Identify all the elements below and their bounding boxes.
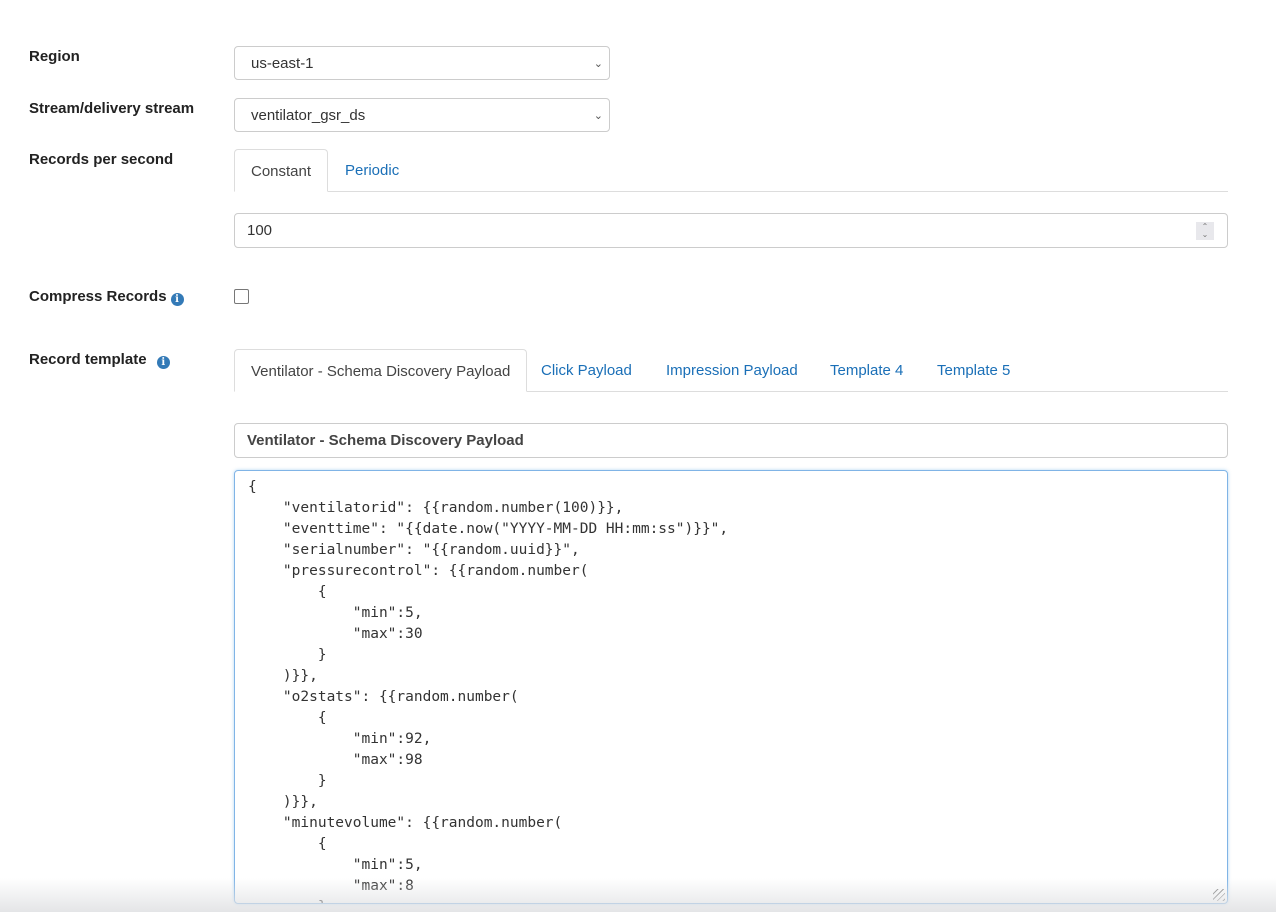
region-value: us-east-1 — [251, 55, 314, 72]
tab-template-2[interactable]: Click Payload — [525, 349, 648, 391]
tab-template-1[interactable]: Ventilator - Schema Discovery Payload — [234, 349, 528, 392]
region-select[interactable]: us-east-1 ⌄ — [234, 46, 610, 80]
stream-value: ventilator_gsr_ds — [251, 107, 366, 124]
compress-records-checkbox[interactable] — [234, 289, 249, 304]
record-template-label: Record template i — [29, 351, 170, 369]
template-body-textarea[interactable]: { "ventilatorid": {{random.number(100)}}… — [234, 470, 1228, 904]
records-per-second-value: 100 — [247, 222, 273, 239]
template-name-value: Ventilator - Schema Discovery Payload — [247, 432, 524, 449]
records-per-second-input[interactable]: 100 ⌃ ⌄ — [234, 213, 1228, 248]
tab-template-5[interactable]: Template 5 — [921, 349, 1026, 391]
tab-constant[interactable]: Constant — [234, 149, 329, 192]
number-spinner[interactable]: ⌃ ⌄ — [1196, 222, 1214, 240]
rate-tabs: Constant Periodic — [234, 149, 1228, 192]
records-per-second-label: Records per second — [29, 151, 174, 168]
tab-periodic[interactable]: Periodic — [329, 149, 415, 191]
template-tabs: Ventilator - Schema Discovery Payload Cl… — [234, 349, 1228, 392]
resize-handle-icon[interactable] — [1213, 889, 1225, 901]
stream-label: Stream/delivery stream — [29, 100, 195, 117]
compress-records-text: Compress Records — [29, 288, 167, 305]
stream-select[interactable]: ventilator_gsr_ds ⌄ — [234, 98, 610, 132]
tab-template-3[interactable]: Impression Payload — [650, 349, 814, 391]
record-template-text: Record template — [29, 351, 147, 368]
region-label: Region — [29, 48, 80, 65]
template-name-input[interactable]: Ventilator - Schema Discovery Payload — [234, 423, 1228, 458]
compress-records-label: Compress Records i — [29, 288, 184, 306]
tab-template-4[interactable]: Template 4 — [814, 349, 919, 391]
chevron-down-icon: ⌄ — [593, 110, 603, 122]
template-body: { "ventilatorid": {{random.number(100)}}… — [248, 479, 729, 903]
info-icon[interactable]: i — [170, 293, 184, 306]
chevron-down-icon: ⌄ — [593, 58, 603, 70]
info-icon[interactable]: i — [156, 356, 170, 369]
